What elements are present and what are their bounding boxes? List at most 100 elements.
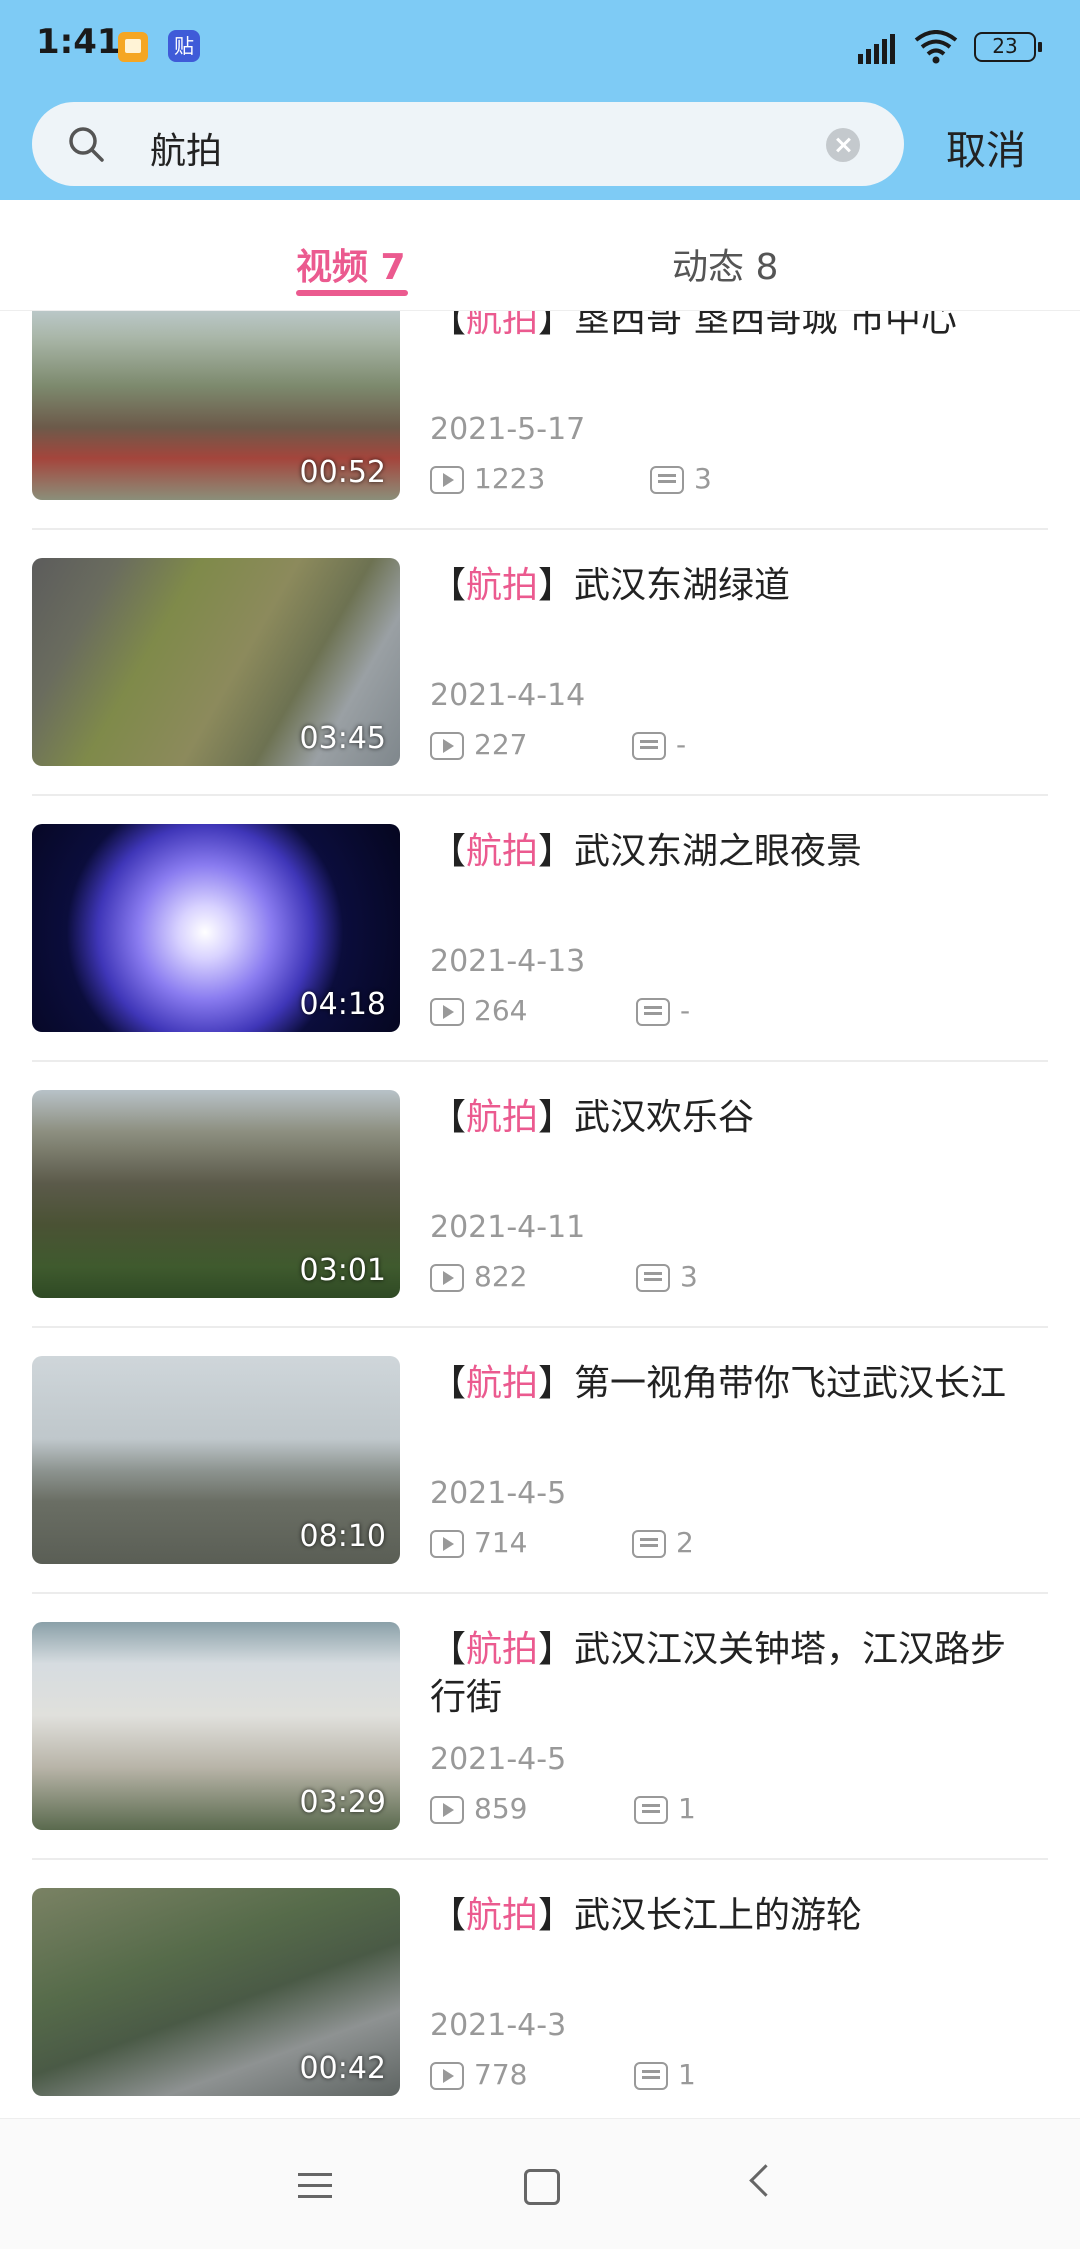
comment-count: 1 <box>678 2058 696 2091</box>
video-date: 2021-4-5 <box>430 1742 567 1777</box>
title-bracket-open: 【 <box>430 1097 467 1138</box>
comment-count-icon <box>636 1264 670 1292</box>
title-bracket-open: 【 <box>430 1363 467 1404</box>
video-date: 2021-4-13 <box>430 944 586 979</box>
video-date: 2021-4-3 <box>430 2008 567 2043</box>
play-count-icon <box>430 732 464 760</box>
view-count: 264 <box>474 994 528 1027</box>
video-card[interactable]: 03:01 【航拍】武汉欢乐谷 2021-4-11 822 3 <box>0 1062 1080 1328</box>
title-text: 武汉长江上的游轮 <box>574 1895 863 1936</box>
battery-icon: 23 <box>974 32 1042 62</box>
video-thumbnail[interactable]: 03:45 <box>32 558 400 766</box>
title-text: 武汉东湖之眼夜景 <box>574 831 863 872</box>
title-keyword: 航拍 <box>466 1097 539 1138</box>
comment-count-icon <box>634 2062 668 2090</box>
comment-count-icon <box>636 998 670 1026</box>
title-bracket-close: 】 <box>538 831 575 872</box>
video-date: 2021-4-14 <box>430 678 586 713</box>
back-icon[interactable] <box>749 2164 782 2197</box>
view-count: 778 <box>474 2058 528 2091</box>
status-bar: 1:41 贴 23 <box>0 0 1080 96</box>
search-icon <box>69 127 104 162</box>
header: 1:41 贴 23 航拍 取消 <box>0 0 1080 200</box>
view-count: 1223 <box>474 462 546 495</box>
play-count-icon <box>430 1530 464 1558</box>
video-thumbnail[interactable]: 08:10 <box>32 1356 400 1564</box>
video-title[interactable]: 【航拍】武汉欢乐谷 <box>430 1094 1040 1142</box>
video-card[interactable]: 08:10 【航拍】第一视角带你飞过武汉长江 2021-4-5 714 2 <box>0 1328 1080 1594</box>
comment-count-icon <box>632 732 666 760</box>
comment-count: 1 <box>678 1792 696 1825</box>
title-keyword: 航拍 <box>466 1363 539 1404</box>
video-title[interactable]: 【航拍】武汉东湖之眼夜景 <box>430 828 1040 876</box>
title-text: 垦西哥 垦西哥城 市中心 <box>574 311 957 340</box>
video-duration: 00:52 <box>299 455 386 490</box>
video-duration: 04:18 <box>299 987 386 1022</box>
title-bracket-open: 【 <box>430 1895 467 1936</box>
play-count-icon <box>430 1796 464 1824</box>
tab-indicator <box>296 290 408 296</box>
clear-icon[interactable] <box>826 128 860 162</box>
search-input[interactable]: 航拍 <box>32 102 904 186</box>
title-keyword: 航拍 <box>466 1895 539 1936</box>
video-thumbnail[interactable]: 03:01 <box>32 1090 400 1298</box>
video-title[interactable]: 【航拍】第一视角带你飞过武汉长江 <box>430 1360 1040 1408</box>
title-text: 武汉东湖绿道 <box>574 565 791 606</box>
video-duration: 03:29 <box>299 1785 386 1820</box>
video-duration: 00:42 <box>299 2051 386 2086</box>
video-date: 2021-4-5 <box>430 1476 567 1511</box>
video-thumbnail[interactable]: 03:29 <box>32 1622 400 1830</box>
comment-count: - <box>676 728 687 761</box>
video-card[interactable]: 03:45 【航拍】武汉东湖绿道 2021-4-14 227 - <box>0 530 1080 796</box>
tab-dynamic[interactable]: 动态 8 <box>672 238 778 290</box>
play-count-icon <box>430 2062 464 2090</box>
video-date: 2021-4-11 <box>430 1210 586 1245</box>
view-count: 822 <box>474 1260 528 1293</box>
video-duration: 03:01 <box>299 1253 386 1288</box>
video-thumbnail[interactable]: 00:42 <box>32 1888 400 2096</box>
tieba-notification-icon: 贴 <box>168 30 200 62</box>
video-thumbnail[interactable]: 00:52 <box>32 311 400 500</box>
title-bracket-close: 】 <box>538 311 575 340</box>
video-date: 2021-5-17 <box>430 412 586 447</box>
title-keyword: 航拍 <box>466 565 539 606</box>
view-count: 859 <box>474 1792 528 1825</box>
title-bracket-open: 【 <box>430 1629 467 1670</box>
video-title[interactable]: 【航拍】武汉东湖绿道 <box>430 562 1040 610</box>
play-count-icon <box>430 1264 464 1292</box>
title-keyword: 航拍 <box>466 311 539 340</box>
wifi-icon <box>914 30 958 64</box>
comment-count: 3 <box>694 462 712 495</box>
cancel-button[interactable]: 取消 <box>946 118 1026 176</box>
video-thumbnail[interactable]: 04:18 <box>32 824 400 1032</box>
status-time: 1:41 <box>36 22 121 62</box>
comment-count: - <box>680 994 691 1027</box>
title-bracket-close: 】 <box>538 1363 575 1404</box>
video-duration: 03:45 <box>299 721 386 756</box>
menu-icon[interactable] <box>298 2173 332 2199</box>
comment-count-icon <box>632 1530 666 1558</box>
title-bracket-close: 】 <box>538 1895 575 1936</box>
comment-count-icon <box>650 466 684 494</box>
result-tabs: 视频 7 动态 8 <box>0 200 1080 311</box>
result-list[interactable]: 00:52 【航拍】垦西哥 垦西哥城 市中心 2021-5-17 1223 3 … <box>0 311 1080 2118</box>
video-duration: 08:10 <box>299 1519 386 1554</box>
title-bracket-open: 【 <box>430 565 467 606</box>
comment-count: 3 <box>680 1260 698 1293</box>
comment-count: 2 <box>676 1526 694 1559</box>
video-title[interactable]: 【航拍】武汉江汉关钟塔，江汉路步行街 <box>430 1626 1040 1722</box>
title-text: 第一视角带你飞过武汉长江 <box>574 1363 1007 1404</box>
video-card[interactable]: 00:42 【航拍】武汉长江上的游轮 2021-4-3 778 1 <box>0 1860 1080 2118</box>
video-title[interactable]: 【航拍】垦西哥 垦西哥城 市中心 <box>430 311 1040 344</box>
video-card[interactable]: 00:52 【航拍】垦西哥 垦西哥城 市中心 2021-5-17 1223 3 <box>0 311 1080 530</box>
home-icon[interactable] <box>524 2169 560 2205</box>
title-text: 武汉欢乐谷 <box>574 1097 755 1138</box>
title-bracket-open: 【 <box>430 831 467 872</box>
video-title[interactable]: 【航拍】武汉长江上的游轮 <box>430 1892 1040 1940</box>
video-card[interactable]: 03:29 【航拍】武汉江汉关钟塔，江汉路步行街 2021-4-5 859 1 <box>0 1594 1080 1860</box>
video-card[interactable]: 04:18 【航拍】武汉东湖之眼夜景 2021-4-13 264 - <box>0 796 1080 1062</box>
play-count-icon <box>430 466 464 494</box>
tab-videos[interactable]: 视频 7 <box>296 238 406 290</box>
navigation-bar <box>0 2118 1080 2249</box>
search-query[interactable]: 航拍 <box>150 122 222 174</box>
